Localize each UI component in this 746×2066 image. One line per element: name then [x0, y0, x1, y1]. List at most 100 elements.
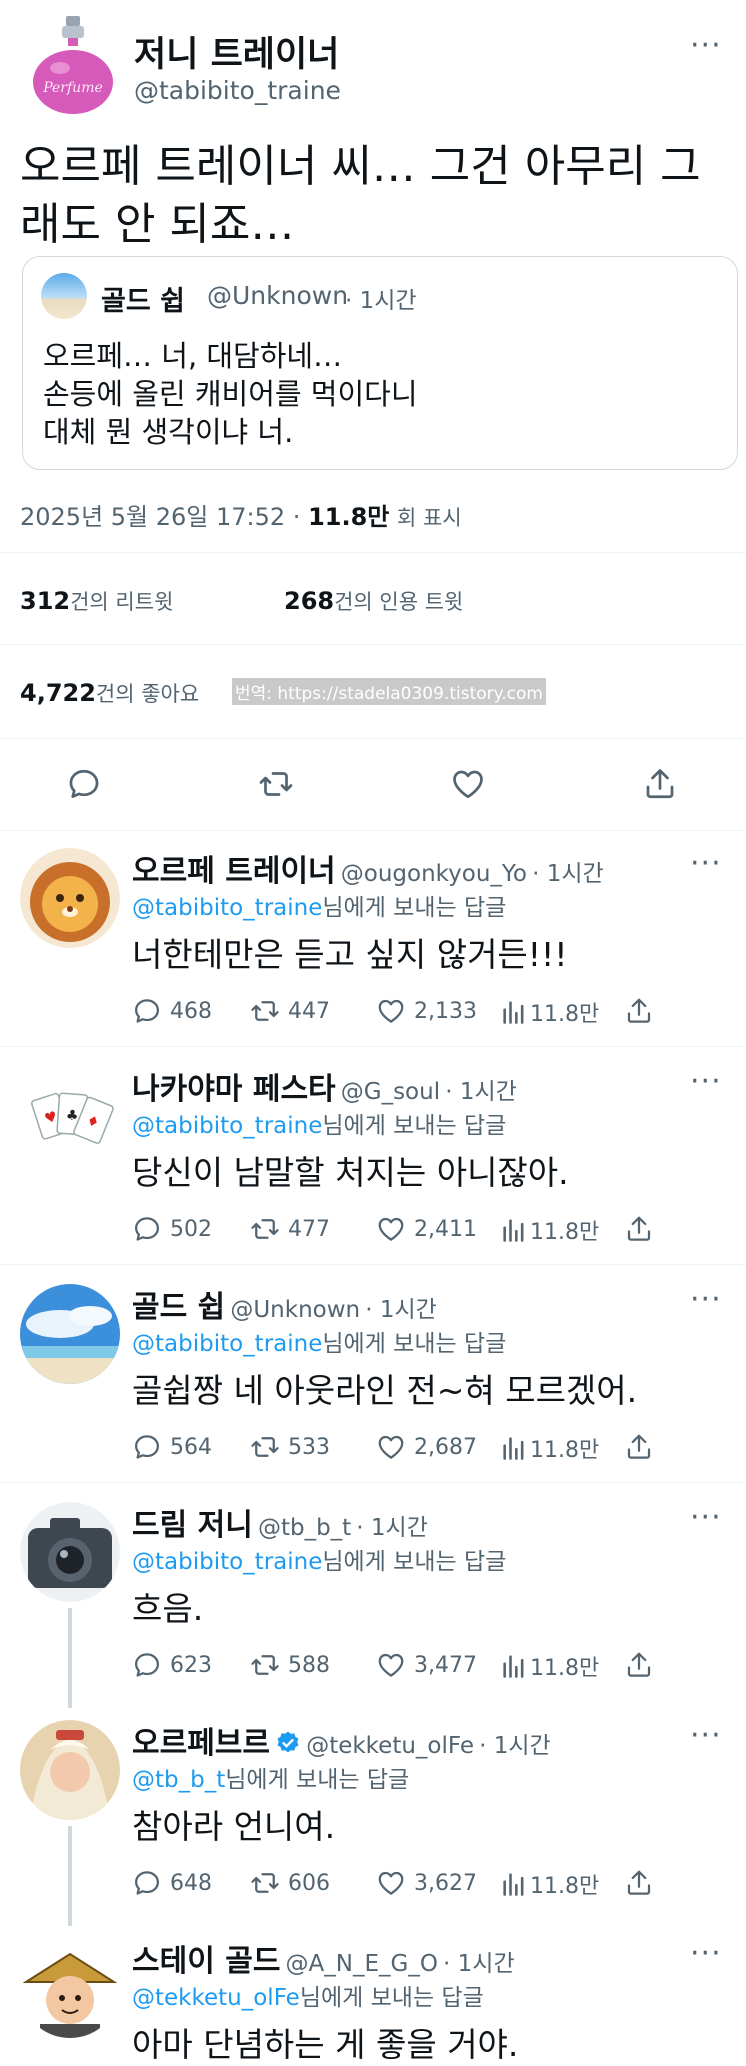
- reply-to-handle[interactable]: @tekketu_olFe: [132, 1985, 300, 2011]
- reply-avatar[interactable]: ♥ ♣ ♦: [20, 1066, 120, 1166]
- retweet-button[interactable]: 588: [250, 1650, 330, 1680]
- reply-author-handle[interactable]: @A_N_E_G_O: [286, 1951, 438, 1977]
- reply-icon: [132, 1214, 162, 1244]
- reply-button[interactable]: 564: [132, 1432, 212, 1462]
- watermark: 번역: https://stadela0309.tistory.com: [232, 678, 546, 705]
- views-button[interactable]: 11.8만: [500, 996, 599, 1028]
- share-button[interactable]: [624, 996, 662, 1026]
- reply-author-name[interactable]: 오르페브르: [132, 1726, 270, 1761]
- reply-to-handle[interactable]: @tb_b_t: [132, 1767, 225, 1793]
- more-icon[interactable]: ···: [690, 1939, 722, 1969]
- reply-author-name[interactable]: 오르페 트레이너: [132, 854, 336, 889]
- reply-avatar[interactable]: [20, 1284, 120, 1384]
- reply-avatar[interactable]: [20, 1938, 120, 2038]
- like-icon: [376, 996, 406, 1026]
- reply-icon: [132, 1650, 162, 1680]
- views-button[interactable]: 11.8만: [500, 1868, 599, 1900]
- more-icon[interactable]: ···: [690, 1067, 722, 1097]
- reply-avatar[interactable]: [20, 848, 120, 948]
- reply-button[interactable]: 502: [132, 1214, 212, 1244]
- quote-card[interactable]: 골드 쉽 @Unknown · 1시간 오르페… 너, 대담하네… 손등에 올린…: [22, 256, 738, 470]
- views-icon: [500, 1216, 528, 1244]
- reply-button[interactable]: 648: [132, 1868, 212, 1898]
- reply-to-handle[interactable]: @tabibito_traine: [132, 895, 322, 921]
- like-button[interactable]: 2,411: [376, 1214, 477, 1244]
- reply-button[interactable]: 623: [132, 1650, 212, 1680]
- reply-time: · 1시간: [356, 1515, 428, 1541]
- reply-count: 623: [170, 1652, 212, 1678]
- reply-author-name[interactable]: 나카야마 페스타: [132, 1072, 336, 1107]
- reply-to-handle[interactable]: @tabibito_traine: [132, 1549, 322, 1575]
- reply-button[interactable]: 468: [132, 996, 212, 1026]
- reply-to: @tekketu_olFe님에게 보내는 답글: [132, 1978, 484, 2012]
- like-button[interactable]: 3,477: [376, 1650, 477, 1680]
- like-icon[interactable]: [450, 766, 486, 802]
- quote-time: · 1시간: [345, 288, 417, 314]
- like-count: 4,722: [20, 679, 96, 707]
- reply-to-handle[interactable]: @tabibito_traine: [132, 1331, 322, 1357]
- reply-author-handle[interactable]: @Unknown: [230, 1297, 360, 1323]
- reply-author-name[interactable]: 골드 쉽: [132, 1290, 225, 1325]
- reply-author-handle[interactable]: @ougonkyou_Yo: [341, 861, 527, 887]
- like-button[interactable]: 3,627: [376, 1868, 477, 1898]
- like-button[interactable]: 2,687: [376, 1432, 477, 1462]
- reply-author-handle[interactable]: @G_soul: [341, 1079, 440, 1105]
- views-button[interactable]: 11.8만: [500, 1650, 599, 1682]
- reply-to: @tabibito_traine님에게 보내는 답글: [132, 888, 506, 922]
- retweet-stat[interactable]: 312건의 리트윗: [20, 586, 173, 616]
- reply-to-handle[interactable]: @tabibito_traine: [132, 1113, 322, 1139]
- more-icon[interactable]: ···: [690, 849, 722, 879]
- retweet-icon: [250, 1432, 280, 1462]
- reply-avatar[interactable]: [20, 1502, 120, 1602]
- author-name[interactable]: 저니 트레이너: [134, 26, 339, 77]
- more-icon[interactable]: ···: [690, 31, 722, 61]
- retweet-button[interactable]: 606: [250, 1868, 330, 1898]
- reply-text: 골쉽짱 네 아웃라인 전~혀 모르겠어.: [132, 1371, 638, 1410]
- retweet-count: 533: [288, 1434, 330, 1460]
- views-button[interactable]: 11.8만: [500, 1432, 599, 1464]
- reply-author-handle[interactable]: @tb_b_t: [258, 1515, 351, 1541]
- reply-time: · 1시간: [479, 1733, 551, 1759]
- reply-count: 564: [170, 1434, 212, 1460]
- reply-author-name[interactable]: 스테이 골드: [132, 1944, 280, 1979]
- reply-icon: [132, 1868, 162, 1898]
- retweet-icon[interactable]: [258, 766, 294, 802]
- reply-author-handle[interactable]: @tekketu_olFe: [306, 1733, 474, 1759]
- retweet-button[interactable]: 447: [250, 996, 330, 1026]
- more-icon[interactable]: ···: [690, 1285, 722, 1315]
- reply-icon[interactable]: [66, 766, 102, 802]
- quote-stat[interactable]: 268건의 인용 트윗: [284, 586, 463, 616]
- share-icon[interactable]: [642, 766, 678, 802]
- views-icon: [500, 1652, 528, 1680]
- retweet-count: 447: [288, 998, 330, 1024]
- like-button[interactable]: 2,133: [376, 996, 477, 1026]
- retweet-count: 312: [20, 587, 71, 615]
- reply-count: 648: [170, 1870, 212, 1896]
- views-count: 11.8만: [308, 503, 390, 531]
- retweet-label: 건의 리트윗: [70, 590, 174, 614]
- reply-avatar[interactable]: [20, 1720, 120, 1820]
- reply-to-suffix: 님에게 보내는 답글: [322, 1331, 507, 1357]
- reply-to-suffix: 님에게 보내는 답글: [322, 1549, 507, 1575]
- share-button[interactable]: [624, 1214, 662, 1244]
- more-icon[interactable]: ···: [690, 1721, 722, 1751]
- views-count: 11.8만: [530, 1220, 600, 1245]
- author-handle[interactable]: @tabibito_traine: [134, 76, 341, 105]
- share-icon: [624, 1650, 654, 1680]
- retweet-button[interactable]: 477: [250, 1214, 330, 1244]
- reply-header: 스테이 골드 @A_N_E_G_O · 1시간: [132, 1936, 515, 1980]
- like-icon: [376, 1650, 406, 1680]
- quote-author-name: 골드 쉽: [101, 286, 185, 317]
- main-avatar[interactable]: Perfume: [22, 14, 122, 114]
- like-stat[interactable]: 4,722건의 좋아요: [20, 678, 199, 708]
- reply-text: 참아라 언니여.: [132, 1807, 336, 1846]
- reply-author-name[interactable]: 드림 저니: [132, 1508, 253, 1543]
- share-button[interactable]: [624, 1432, 662, 1462]
- views-button[interactable]: 11.8만: [500, 1214, 599, 1246]
- share-button[interactable]: [624, 1650, 662, 1680]
- share-button[interactable]: [624, 1868, 662, 1898]
- reply-time: · 1시간: [532, 861, 604, 887]
- retweet-button[interactable]: 533: [250, 1432, 330, 1462]
- tweet-text-line1: 오르페 트레이너 씨… 그건 아무리 그: [20, 141, 701, 192]
- more-icon[interactable]: ···: [690, 1503, 722, 1533]
